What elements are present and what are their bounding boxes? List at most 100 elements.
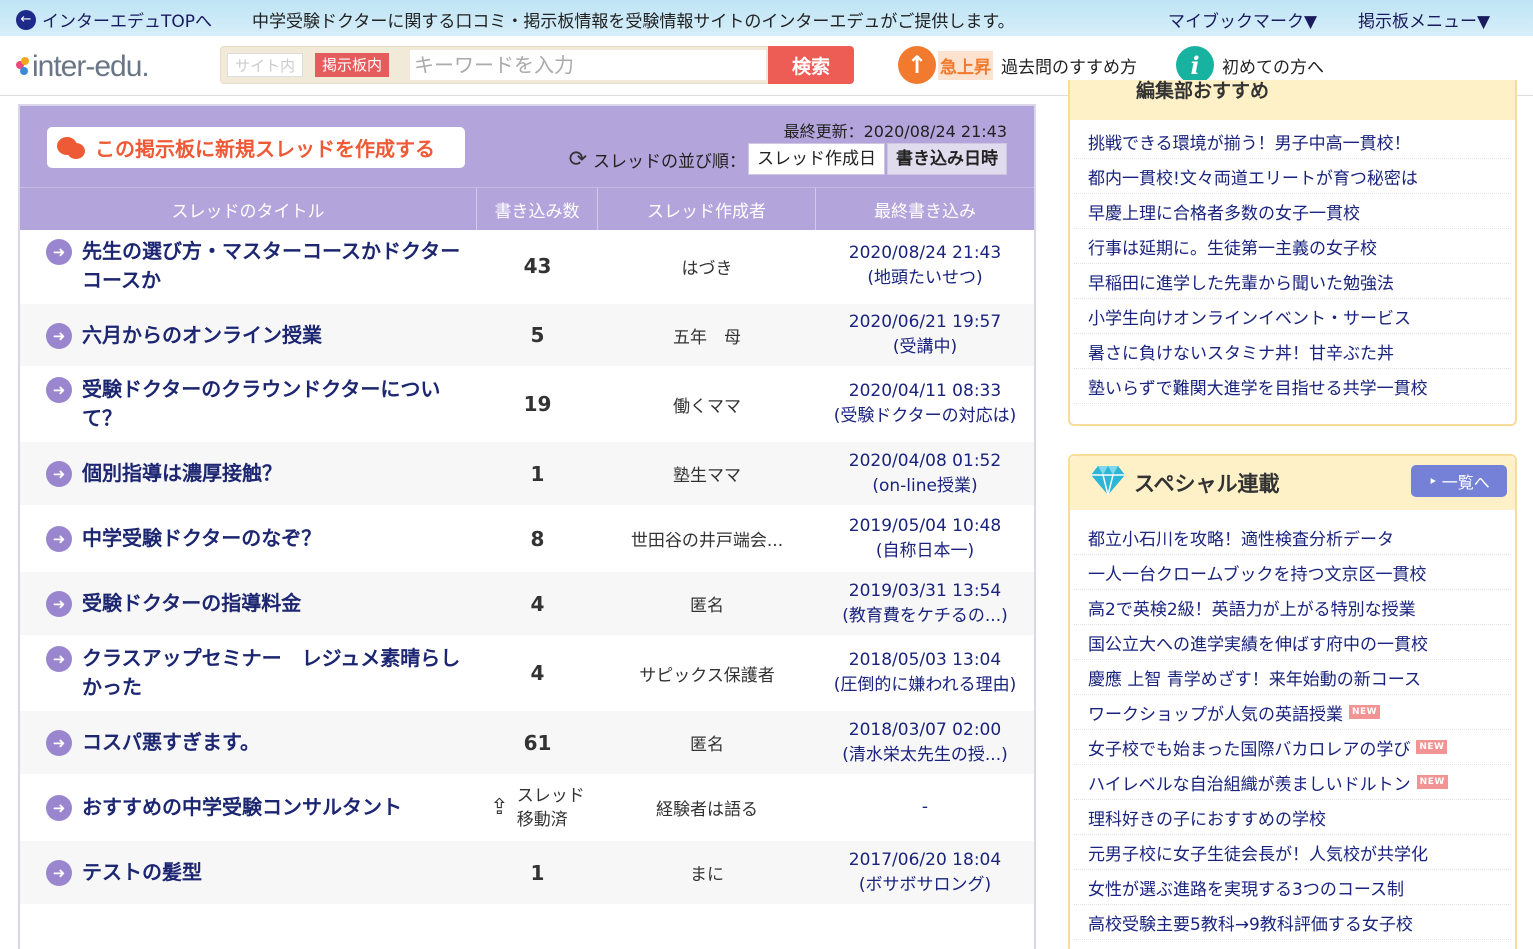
sort-by-created[interactable]: スレッド作成日 — [748, 143, 885, 175]
thread-author: 働くママ — [673, 396, 741, 417]
thread-title-link[interactable]: テストの髪型 — [82, 858, 467, 887]
board-menu[interactable]: 掲示板メニュー▼ — [1358, 7, 1490, 32]
list-item[interactable]: 女性が選ぶ進路を実現する3つのコース制 — [1074, 870, 1511, 905]
thread-author: 世田谷の井戸端会... — [630, 531, 784, 551]
post-count: 1 — [530, 860, 545, 885]
search-input[interactable] — [410, 50, 766, 80]
view-all-button[interactable]: ‣ 一覧へ — [1411, 465, 1507, 497]
list-item[interactable]: 一人一台クロームブックを持つ文京区一貫校 — [1074, 555, 1511, 590]
list-item[interactable]: 暑さに負けないスタミナ丼！甘辛ぶた丼 — [1074, 334, 1511, 369]
special-series-list: 都立小石川を攻略！適性検査分析データ 一人一台クロームブックを持つ文京区一貫校 … — [1074, 520, 1511, 940]
list-item[interactable]: 早慶上理に合格者多数の女子一貫校 — [1074, 194, 1511, 229]
thread-title-link[interactable]: クラスアップセミナー レジュメ素晴らしかった — [82, 644, 467, 702]
list-item[interactable]: 都立小石川を攻略！適性検査分析データ — [1074, 520, 1511, 555]
list-item[interactable]: 高2で英検2級！英語力が上がる特別な授業 — [1074, 590, 1511, 625]
back-to-top-label: インターエデュTOPへ — [42, 12, 213, 32]
arrow-right-icon: ➜ — [46, 646, 72, 672]
new-thread-button[interactable]: この掲示板に新規スレッドを作成する — [47, 127, 465, 168]
thread-title-link[interactable]: 中学受験ドクターのなぞ？ — [82, 524, 467, 553]
last-post: 2020/06/21 19:57 (受講中) — [816, 310, 1034, 360]
top-banner: ← インターエデュTOPへ 中学受験ドクターに関する口コミ・掲示板情報を受験情報… — [0, 0, 1533, 42]
table-row[interactable]: ➜ クラスアップセミナー レジュメ素晴らしかった 4 サピックス保護者 2018/… — [20, 637, 1034, 711]
info-icon: i — [1176, 46, 1214, 84]
last-post-by: (地頭たいせつ) — [867, 268, 983, 288]
list-item[interactable]: 女子校でも始まった国際バカロレアの学び NEW — [1074, 730, 1511, 765]
list-item[interactable]: 国公立大への進学実績を伸ばす府中の一貫校 — [1074, 625, 1511, 660]
table-row[interactable]: ➜ テストの髪型 1 まに 2017/06/20 18:04 (ボサボサロング) — [20, 841, 1034, 906]
list-item[interactable]: 挑戦できる環境が揃う！男子中高一貫校！ — [1074, 124, 1511, 159]
table-row[interactable]: ➜ 六月からのオンライン授業 5 五年 母 2020/06/21 19:57 (受講… — [20, 304, 1034, 368]
site-logo[interactable]: inter-edu. — [16, 50, 150, 84]
list-item[interactable]: ハイレベルな自治組織が羨ましいドルトン NEW — [1074, 765, 1511, 800]
scope-site-toggle[interactable]: サイト内 — [227, 53, 304, 77]
list-item[interactable]: 早稲田に進学した先輩から聞いた勉強法 — [1074, 264, 1511, 299]
table-row[interactable]: ➜ おすすめの中学受験コンサルタント ⇪ スレッド 移動済 経験者は語る - — [20, 776, 1034, 841]
thread-list: ➜ 先生の選び方・マスターコースかドクターコースか 43 はづき 2020/08/… — [20, 230, 1034, 906]
list-item[interactable]: 理科好きの子におすすめの学校 — [1074, 800, 1511, 835]
last-post: 2020/04/11 08:33 (受験ドクターの対応は) — [816, 379, 1034, 429]
table-row[interactable]: ➜ 先生の選び方・マスターコースかドクターコースか 43 はづき 2020/08/… — [20, 230, 1034, 304]
my-bookmark-menu[interactable]: マイブックマーク▼ — [1168, 7, 1317, 32]
logo-drops-icon — [16, 57, 30, 77]
thread-title-link[interactable]: コスパ悪すぎます。 — [82, 728, 467, 757]
last-post: 2020/04/08 01:52 (on-line授業) — [816, 449, 1034, 499]
last-post-date: 2019/05/04 10:48 — [848, 515, 1002, 536]
editor-picks-box: 編集部おすすめ 挑戦できる環境が揃う！男子中高一貫校！ 都内一貫校!文々両道エリ… — [1068, 80, 1517, 426]
thread-title-link[interactable]: 受験ドクターのクラウンドクターについて？ — [82, 375, 467, 433]
last-post-by: (自称日本一) — [875, 540, 975, 561]
list-item[interactable]: 慶應 上智 青学めざす！来年始動の新コース — [1074, 660, 1511, 695]
special-series-caption: スペシャル連載 ‣ 一覧へ — [1070, 456, 1515, 510]
rising-link[interactable]: ↑ 急上昇 過去問のすすめ方 — [898, 46, 1137, 84]
thread-author: まに — [690, 865, 724, 885]
refresh-icon: ⟳ — [568, 146, 587, 172]
last-post: 2019/03/31 13:54 (教育費をケチるの...) — [816, 579, 1034, 629]
table-row[interactable]: ➜ 個別指導は濃厚接触？ 1 塾生ママ 2020/04/08 01:52 (on-l… — [20, 442, 1034, 507]
beginner-link[interactable]: i 初めての方へ — [1176, 46, 1324, 84]
thread-author: はづき — [681, 258, 733, 279]
back-to-top-link[interactable]: ← インターエデュTOPへ — [16, 7, 212, 32]
last-post-date: 2018/05/03 13:04 — [848, 650, 1002, 670]
sort-control: ⟳ スレッドの並び順： スレッド作成日 書き込み日時 — [569, 143, 1007, 175]
last-post: 2018/03/07 02:00 (清水栄太先生の授...) — [816, 718, 1034, 768]
list-item[interactable]: 高校受験主要5教科→9教科評価する女子校 — [1074, 905, 1511, 940]
view-all-label: 一覧へ — [1441, 473, 1490, 492]
last-post-by: (on-line授業) — [872, 475, 978, 496]
col-author: スレッド作成者 — [598, 188, 816, 230]
table-row[interactable]: ➜ コスパ悪すぎます。 61 匿名 2018/03/07 02:00 (清水栄太先生… — [20, 711, 1034, 776]
new-badge: NEW — [1416, 775, 1448, 789]
search-button[interactable]: 検索 — [768, 46, 854, 84]
table-row[interactable]: ➜ 中学受験ドクターのなぞ？ 8 世田谷の井戸端会... 2019/05/04 1… — [20, 507, 1034, 572]
site-description: 中学受験ドクターに関する口コミ・掲示板情報を受験情報サイトのインターエデュがご提… — [252, 12, 1015, 32]
list-item[interactable]: 行事は延期に。生徒第一主義の女子校 — [1074, 229, 1511, 264]
thread-author: 経験者は語る — [656, 800, 758, 820]
beginner-link-label: 初めての方へ — [1222, 57, 1324, 78]
last-post-date: 2017/06/20 18:04 — [848, 849, 1002, 870]
last-post-by: (ボサボサロング) — [858, 874, 992, 895]
special-series-box: スペシャル連載 ‣ 一覧へ 都立小石川を攻略！適性検査分析データ 一人一台クロー… — [1068, 454, 1517, 949]
list-item[interactable]: 小学生向けオンラインイベント・サービス — [1074, 299, 1511, 334]
table-header: スレッドのタイトル 書き込み数 スレッド作成者 最終書き込み — [20, 187, 1034, 230]
diamond-icon — [1091, 466, 1125, 496]
caret-right-icon: ‣ — [1428, 471, 1438, 491]
last-post: 2019/05/04 10:48 (自称日本一) — [816, 514, 1034, 564]
thread-board: この掲示板に新規スレッドを作成する 最終更新：2020/08/24 21:43 … — [18, 104, 1036, 949]
chat-bubble-icon — [57, 135, 87, 161]
last-post: 2020/08/24 21:43 (地頭たいせつ) — [816, 241, 1034, 291]
last-post-date: - — [921, 797, 929, 817]
list-item[interactable]: 都内一貫校!文々両道エリートが育つ秘密は — [1074, 159, 1511, 194]
thread-title-link[interactable]: 個別指導は濃厚接触？ — [82, 459, 467, 488]
moved-label: スレッド 移動済 — [516, 785, 585, 830]
sort-by-posted[interactable]: 書き込み日時 — [887, 143, 1007, 175]
post-count: 43 — [523, 254, 552, 278]
list-item[interactable]: 塾いらずで難関大進学を目指せる共学一貫校 — [1074, 369, 1511, 404]
list-item[interactable]: ワークショップが人気の英語授業 NEW — [1074, 695, 1511, 730]
list-item[interactable]: 元男子校に女子生徒会長が！人気校が共学化 — [1074, 835, 1511, 870]
table-row[interactable]: ➜ 受験ドクターの指導料金 4 匿名 2019/03/31 13:54 (教育費をケ… — [20, 572, 1034, 637]
scope-board-toggle[interactable]: 掲示板内 — [315, 53, 390, 77]
thread-title-link[interactable]: おすすめの中学受験コンサルタント — [82, 793, 467, 822]
thread-title-link[interactable]: 六月からのオンライン授業 — [82, 321, 467, 350]
table-row[interactable]: ➜ 受験ドクターのクラウンドクターについて？ 19 働くママ 2020/04/11… — [20, 368, 1034, 442]
new-badge: NEW — [1349, 705, 1381, 719]
thread-title-link[interactable]: 受験ドクターの指導料金 — [82, 589, 467, 618]
thread-title-link[interactable]: 先生の選び方・マスターコースかドクターコースか — [82, 237, 467, 295]
